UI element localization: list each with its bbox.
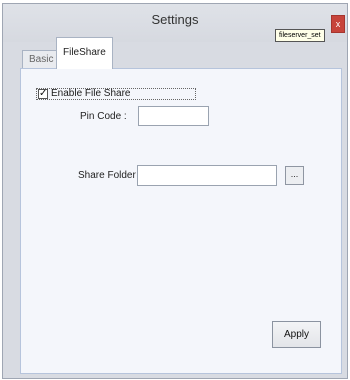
pin-code-label: Pin Code : <box>80 111 127 122</box>
close-button[interactable]: x <box>331 15 345 33</box>
enable-file-share-row[interactable]: ✓ Enable File Share <box>36 88 196 100</box>
tab-fileshare[interactable]: FileShare <box>56 37 113 69</box>
browse-button[interactable]: ... <box>285 166 304 185</box>
share-folder-label: Share Folder <box>78 170 136 181</box>
apply-button[interactable]: Apply <box>272 321 321 348</box>
enable-file-share-checkbox[interactable]: ✓ <box>38 89 48 99</box>
tab-basic[interactable]: Basic <box>22 50 61 68</box>
share-folder-input[interactable] <box>137 165 277 186</box>
window-title: Settings <box>151 12 199 27</box>
tooltip: fileserver_set <box>275 29 325 42</box>
enable-file-share-label: Enable File Share <box>51 88 131 99</box>
pin-code-input[interactable] <box>138 106 209 126</box>
